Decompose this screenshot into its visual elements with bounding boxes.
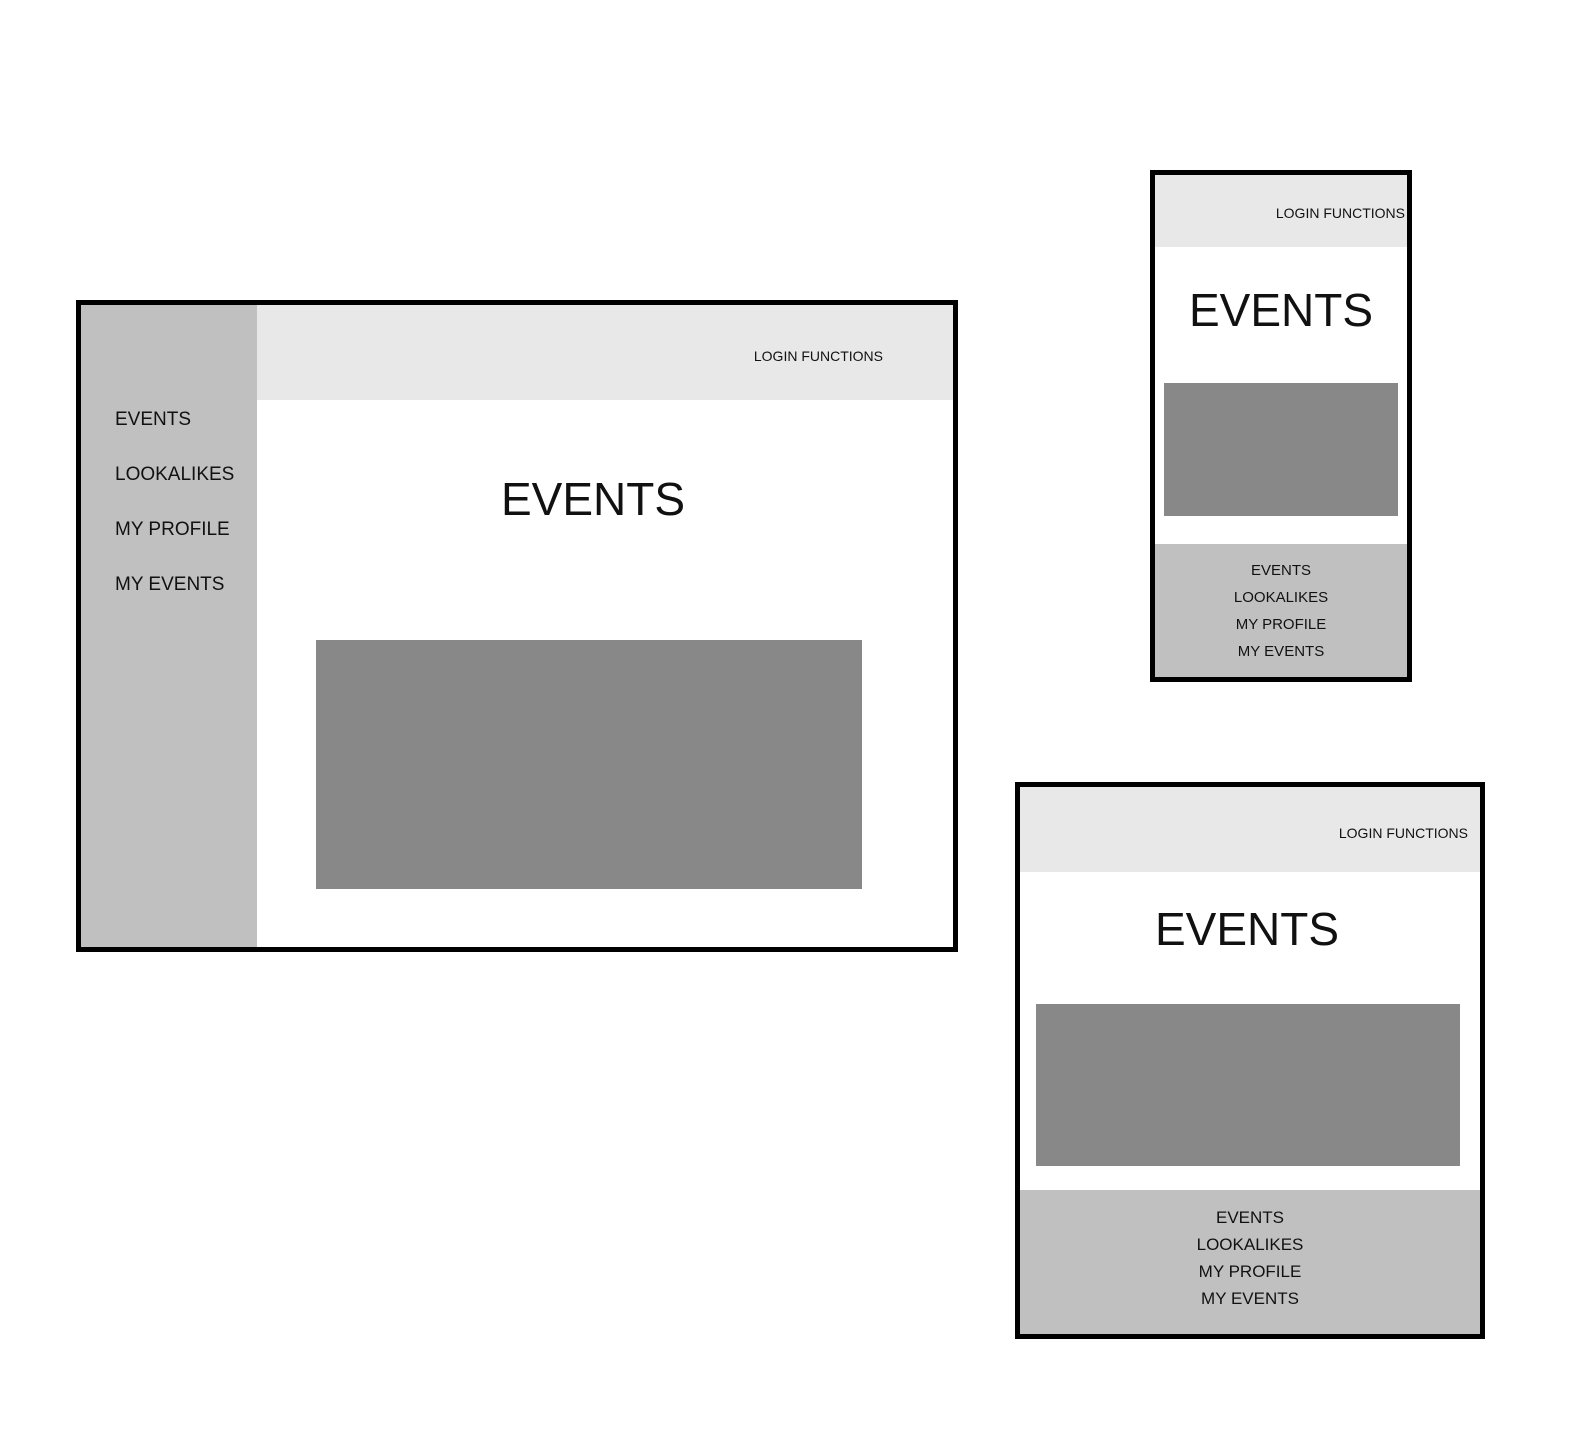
- desktop-nav-item-lookalikes[interactable]: LOOKALIKES: [115, 464, 234, 486]
- desktop-nav-item-events[interactable]: EVENTS: [115, 409, 234, 431]
- tablet-login-functions[interactable]: LOGIN FUNCTIONS: [1339, 825, 1468, 841]
- tablet-wireframe: LOGIN FUNCTIONS EVENTS EVENTS LOOKALIKES…: [1015, 782, 1485, 1339]
- tablet-nav-item-my-events[interactable]: MY EVENTS: [1201, 1289, 1299, 1309]
- desktop-sidebar: EVENTS LOOKALIKES MY PROFILE MY EVENTS: [81, 305, 257, 947]
- phone-login-functions[interactable]: LOGIN FUNCTIONS: [1276, 205, 1405, 221]
- phone-footer: EVENTS LOOKALIKES MY PROFILE MY EVENTS: [1155, 544, 1407, 677]
- phone-header: LOGIN FUNCTIONS: [1155, 175, 1407, 247]
- phone-nav-item-my-profile[interactable]: MY PROFILE: [1236, 616, 1327, 634]
- phone-nav-item-events[interactable]: EVENTS: [1251, 562, 1311, 580]
- desktop-page-title: EVENTS: [501, 473, 686, 525]
- tablet-header: LOGIN FUNCTIONS: [1020, 787, 1480, 872]
- phone-footer-nav: EVENTS LOOKALIKES MY PROFILE MY EVENTS: [1155, 562, 1407, 661]
- desktop-nav-item-my-events[interactable]: MY EVENTS: [115, 574, 234, 596]
- phone-nav-item-lookalikes[interactable]: LOOKALIKES: [1234, 589, 1328, 607]
- desktop-media-placeholder: [316, 640, 862, 889]
- tablet-footer: EVENTS LOOKALIKES MY PROFILE MY EVENTS: [1020, 1190, 1480, 1334]
- tablet-nav-item-events[interactable]: EVENTS: [1216, 1208, 1284, 1228]
- desktop-login-functions[interactable]: LOGIN FUNCTIONS: [754, 348, 883, 364]
- desktop-nav-item-my-profile[interactable]: MY PROFILE: [115, 519, 234, 541]
- phone-wireframe: LOGIN FUNCTIONS EVENTS EVENTS LOOKALIKES…: [1150, 170, 1412, 682]
- desktop-wireframe: EVENTS LOOKALIKES MY PROFILE MY EVENTS L…: [76, 300, 958, 952]
- tablet-nav-item-lookalikes[interactable]: LOOKALIKES: [1197, 1235, 1304, 1255]
- tablet-media-placeholder: [1036, 1004, 1460, 1166]
- tablet-footer-nav: EVENTS LOOKALIKES MY PROFILE MY EVENTS: [1020, 1208, 1480, 1309]
- phone-nav-item-my-events[interactable]: MY EVENTS: [1238, 643, 1324, 661]
- desktop-header: LOGIN FUNCTIONS: [257, 305, 953, 400]
- tablet-page-title: EVENTS: [1154, 903, 1340, 955]
- phone-media-placeholder: [1164, 383, 1398, 516]
- phone-page-title: EVENTS: [1188, 284, 1374, 336]
- wireframe-canvas: EVENTS LOOKALIKES MY PROFILE MY EVENTS L…: [0, 0, 1584, 1440]
- desktop-sidebar-nav: EVENTS LOOKALIKES MY PROFILE MY EVENTS: [115, 409, 234, 596]
- tablet-nav-item-my-profile[interactable]: MY PROFILE: [1199, 1262, 1302, 1282]
